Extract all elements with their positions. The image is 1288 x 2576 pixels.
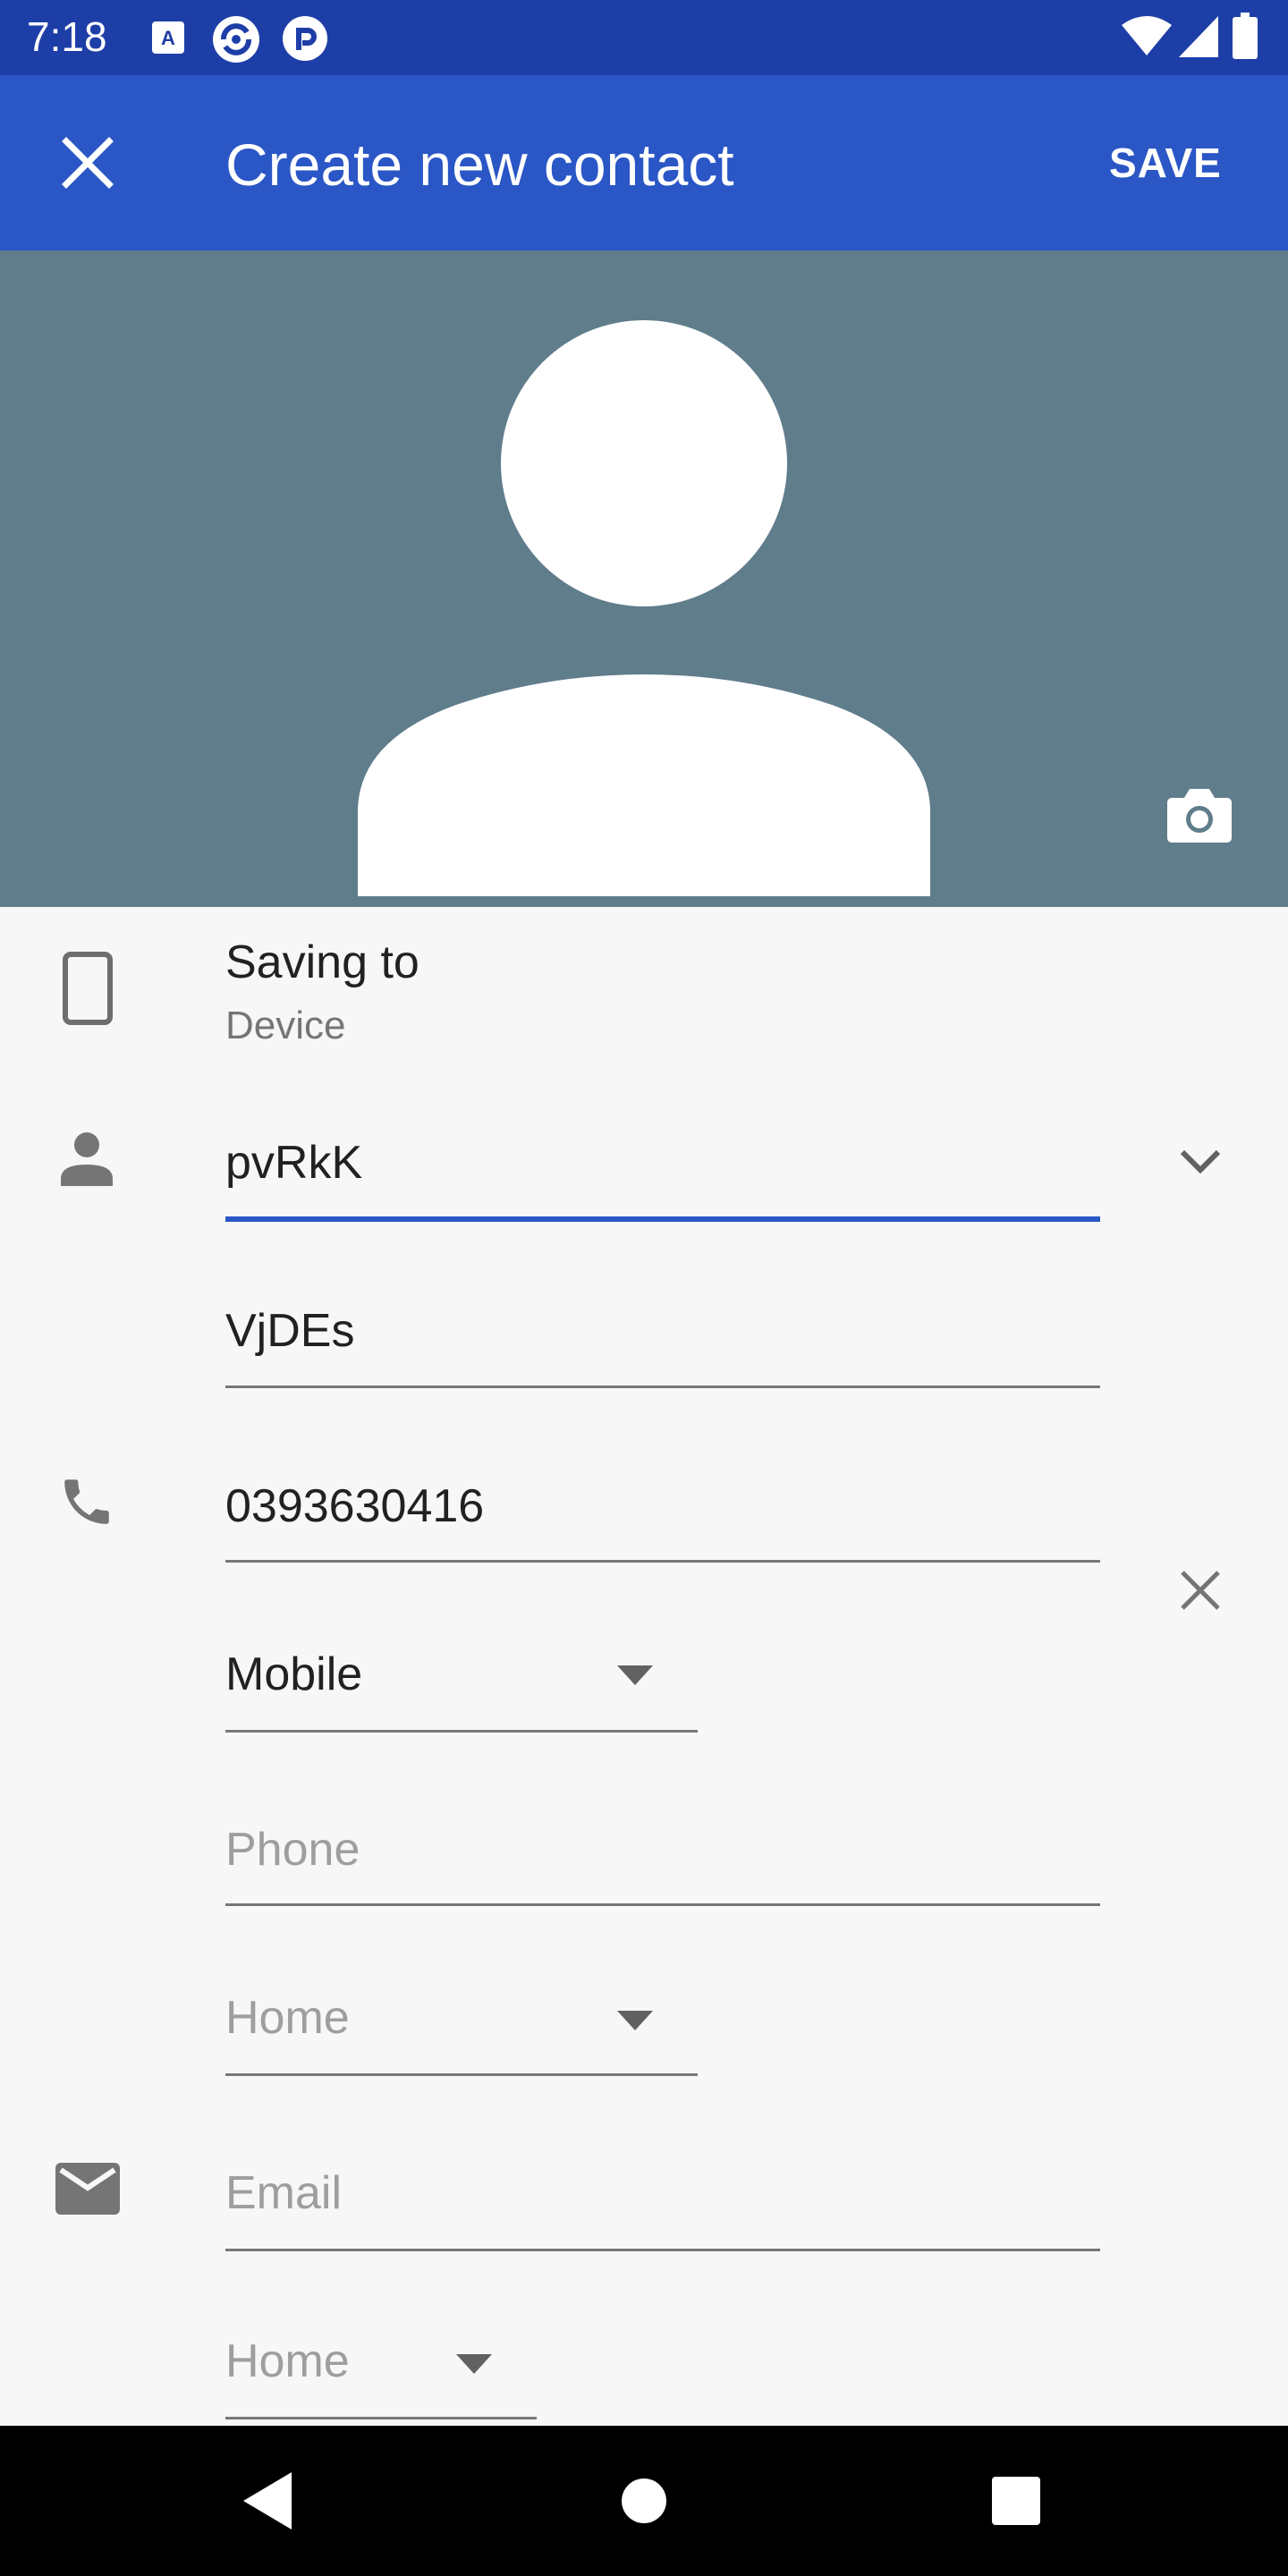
person-icon (61, 1132, 113, 1186)
page-title: Create new contact (225, 131, 734, 198)
account-value[interactable]: Device (225, 1004, 346, 1048)
battery-icon (1233, 13, 1258, 59)
phone-type-underline (225, 1730, 698, 1733)
app-r-icon (283, 16, 327, 61)
a-keyboard-icon: A (152, 21, 184, 54)
save-button[interactable]: SAVE (1109, 139, 1222, 187)
last-name-underline (225, 1385, 1100, 1388)
recents-icon[interactable] (991, 2476, 1041, 2526)
svg-text:A: A (161, 27, 175, 49)
navigation-bar (0, 2426, 1288, 2576)
person-silhouette-icon (358, 320, 930, 896)
phone-device-icon (63, 952, 113, 1025)
signal-icon (1179, 16, 1218, 57)
new-phone-type-underline (225, 2073, 698, 2076)
email-type-select[interactable]: Home (225, 2334, 350, 2388)
dropdown-arrow-icon (617, 1665, 653, 1685)
new-phone-type-select[interactable]: Home (225, 1991, 350, 2045)
new-phone-underline (225, 1903, 1100, 1906)
email-icon (55, 2163, 120, 2215)
contact-photo-area[interactable] (0, 250, 1288, 907)
chevron-down-icon[interactable] (1177, 1147, 1224, 1175)
status-bar: 7:18 A (0, 0, 1288, 75)
back-icon[interactable] (243, 2472, 292, 2529)
last-name-field[interactable]: VjDEs (225, 1304, 354, 1358)
dropdown-arrow-icon (456, 2354, 492, 2374)
wifi-icon (1122, 16, 1172, 55)
email-field[interactable]: Email (225, 2166, 342, 2220)
home-icon[interactable] (621, 2478, 667, 2524)
camera-icon[interactable] (1166, 785, 1233, 843)
phone-number-underline (225, 1560, 1100, 1563)
dropdown-arrow-icon (617, 2011, 653, 2030)
phone-type-select[interactable]: Mobile (225, 1648, 362, 1701)
remove-phone-icon[interactable] (1179, 1569, 1222, 1612)
phone-icon (64, 1479, 109, 1524)
sync-app-icon (213, 16, 259, 63)
saving-to-label: Saving to (225, 936, 419, 988)
phone-number-field[interactable]: 0393630416 (225, 1479, 484, 1533)
new-phone-field[interactable]: Phone (225, 1823, 360, 1877)
email-type-underline (225, 2417, 537, 2419)
close-icon[interactable] (59, 134, 116, 191)
first-name-underline (225, 1216, 1100, 1222)
first-name-field[interactable]: pvRkK (225, 1136, 362, 1190)
email-underline (225, 2249, 1100, 2251)
status-time: 7:18 (27, 13, 107, 60)
